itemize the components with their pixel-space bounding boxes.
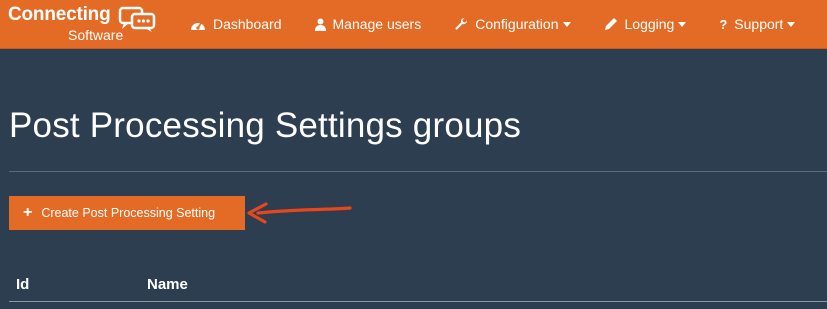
create-button-label: Create Post Processing Setting — [41, 206, 216, 220]
user-icon — [314, 18, 326, 31]
create-post-processing-setting-button[interactable]: + Create Post Processing Setting — [9, 196, 245, 230]
nav-manage-users-label: Manage users — [332, 16, 422, 32]
nav-support-label: Support — [734, 16, 784, 32]
nav-dashboard-label: Dashboard — [213, 16, 282, 32]
nav-configuration-label: Configuration — [475, 16, 559, 32]
dashboard-icon — [190, 18, 206, 31]
nav-dashboard[interactable]: Dashboard — [190, 0, 282, 48]
brand-logo[interactable]: Connecting Software — [0, 0, 170, 48]
question-icon: ? — [719, 16, 728, 32]
column-header-id[interactable]: Id — [16, 276, 29, 293]
annotation-arrow-icon — [247, 202, 352, 224]
brand-name: Connecting — [8, 4, 111, 25]
nav-manage-users[interactable]: Manage users — [314, 0, 422, 48]
chat-bubbles-icon — [118, 6, 156, 32]
nav-configuration[interactable]: Configuration — [454, 0, 571, 48]
pencil-icon — [604, 17, 618, 31]
plus-icon: + — [23, 204, 33, 221]
wrench-icon — [454, 17, 468, 31]
page-title: Post Processing Settings groups — [9, 106, 522, 145]
nav-support[interactable]: ? Support — [719, 0, 796, 48]
title-divider — [9, 171, 827, 172]
nav-logging-label: Logging — [624, 16, 675, 32]
brand-subtitle: Software — [68, 27, 124, 43]
chevron-down-icon — [787, 21, 796, 27]
nav-logging[interactable]: Logging — [604, 0, 687, 48]
top-navbar: Connecting Software Dashboard Manage use… — [0, 0, 827, 49]
column-header-name[interactable]: Name — [147, 276, 188, 293]
chevron-down-icon — [562, 21, 571, 27]
table-header-divider — [9, 301, 827, 302]
chevron-down-icon — [678, 21, 687, 27]
